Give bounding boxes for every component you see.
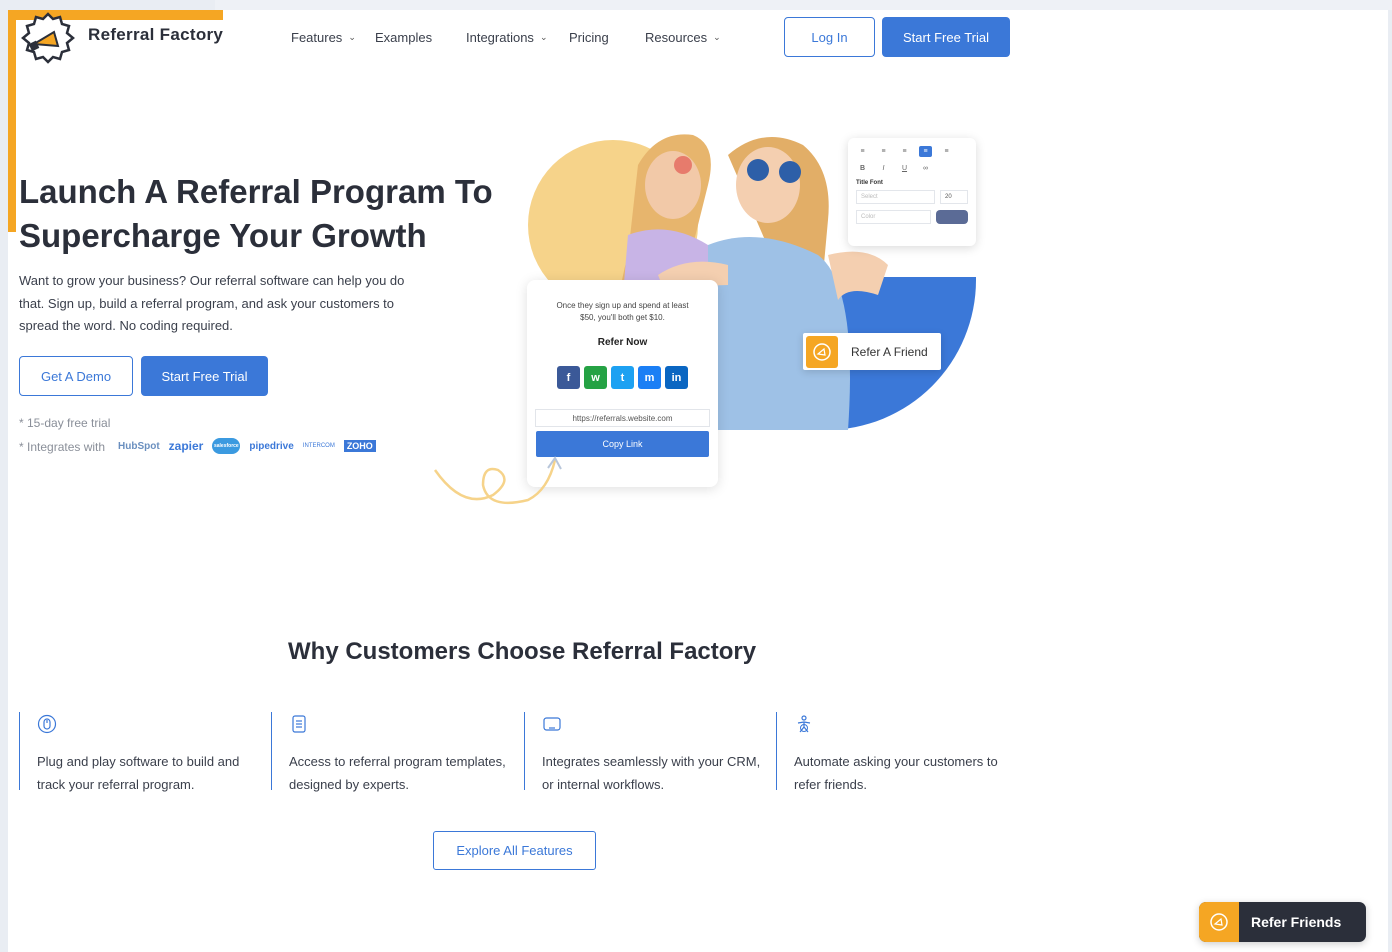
- feature-text: Plug and play software to build and trac…: [37, 754, 240, 792]
- title-font-label: Title Font: [856, 180, 883, 186]
- align-left-icon[interactable]: ≡: [856, 146, 869, 157]
- font-size-select[interactable]: 20: [940, 190, 968, 204]
- link-icon[interactable]: ∞: [919, 163, 932, 174]
- color-swatch[interactable]: [936, 210, 968, 224]
- nav-features-label: Features: [291, 30, 343, 45]
- automation-icon: [797, 715, 811, 733]
- megaphone-icon: [806, 335, 838, 368]
- bold-icon[interactable]: B: [856, 163, 869, 174]
- hubspot-logo: HubSpot: [118, 440, 160, 452]
- zapier-logo: zapier: [168, 439, 204, 453]
- nav-pricing[interactable]: Pricing: [569, 30, 609, 45]
- nav-resources-label: Resources: [645, 30, 708, 45]
- hero-title-line2: Supercharge Your Growth: [19, 217, 427, 254]
- brand-name[interactable]: Referral Factory: [88, 25, 223, 45]
- feature-item: Integrates seamlessly with your CRM, or …: [524, 712, 764, 792]
- font-select[interactable]: Select: [856, 190, 935, 204]
- hero-start-trial-button[interactable]: Start Free Trial: [141, 356, 268, 396]
- orange-accent-left: [8, 10, 16, 232]
- top-strip: [215, 0, 1392, 10]
- format-toolbar: B I U ∞: [856, 163, 968, 174]
- alignment-toolbar: ≡ ≡ ≡ ≡ ≡: [856, 146, 968, 157]
- trial-note: * 15-day free trial: [19, 416, 111, 430]
- widget-title: Refer Now: [597, 337, 648, 348]
- twitter-icon[interactable]: t: [611, 366, 634, 389]
- mouse-icon: [37, 714, 57, 734]
- nav-integrations[interactable]: Integrations ⌄: [466, 30, 547, 45]
- messenger-icon[interactable]: m: [638, 366, 661, 389]
- align-indent-icon[interactable]: ≡: [898, 146, 911, 157]
- facebook-icon[interactable]: f: [557, 366, 580, 389]
- align-center-icon[interactable]: ≡: [877, 146, 890, 157]
- referral-link-field[interactable]: https://referrals.website.com: [535, 409, 710, 427]
- nav-resources[interactable]: Resources ⌄: [645, 30, 721, 45]
- linkedin-icon[interactable]: in: [665, 366, 688, 389]
- hero-subtitle: Want to grow your business? Our referral…: [19, 273, 405, 333]
- nav-pricing-label: Pricing: [569, 30, 609, 45]
- editor-panel: ≡ ≡ ≡ ≡ ≡ B I U ∞ Title Font Select 20 C…: [848, 138, 976, 246]
- feature-item: Access to referral program templates, de…: [271, 712, 511, 792]
- salesforce-logo: salesforce: [212, 438, 241, 454]
- refer-a-friend-card[interactable]: Refer A Friend: [803, 333, 941, 370]
- refer-a-friend-label: Refer A Friend: [851, 344, 928, 359]
- refer-friends-floating-button[interactable]: Refer Friends: [1199, 902, 1366, 942]
- feature-text: Access to referral program templates, de…: [289, 754, 506, 792]
- integration-logos: HubSpot zapier salesforce pipedrive INTE…: [118, 438, 376, 454]
- megaphone-icon: [1199, 902, 1239, 942]
- hero-title: Launch A Referral Program To Supercharge…: [19, 170, 509, 258]
- feature-item: Plug and play software to build and trac…: [19, 712, 259, 792]
- nav-integrations-label: Integrations: [466, 30, 534, 45]
- feature-text: Automate asking your customers to refer …: [794, 754, 998, 792]
- pipedrive-logo: pipedrive: [249, 440, 294, 452]
- color-input[interactable]: Color: [856, 210, 931, 224]
- italic-icon[interactable]: I: [877, 163, 890, 174]
- page: Referral Factory Features ⌄ Examples Int…: [8, 10, 1388, 952]
- chevron-down-icon: ⌄: [713, 32, 721, 42]
- zoho-logo: ZOHO: [343, 440, 376, 452]
- nav-examples-label: Examples: [375, 30, 433, 45]
- social-buttons: f w t m in: [527, 366, 718, 389]
- hero-title-line1: Launch A Referral Program To: [19, 173, 493, 210]
- chevron-down-icon: ⌄: [539, 32, 548, 42]
- intercom-logo: INTERCOM: [302, 443, 335, 449]
- header-start-trial-button[interactable]: Start Free Trial: [882, 17, 1010, 57]
- refer-friends-label: Refer Friends: [1251, 914, 1342, 930]
- align-right-icon[interactable]: ≡: [940, 146, 953, 157]
- align-justify-icon[interactable]: ≡: [919, 146, 932, 157]
- integrates-note: * Integrates with: [19, 440, 106, 454]
- explore-features-button[interactable]: Explore All Features: [433, 831, 596, 870]
- widget-offer-text: Once they sign up and spend at least $50…: [556, 301, 689, 322]
- nav-examples[interactable]: Examples: [375, 30, 432, 45]
- decor-squiggle: [433, 456, 562, 505]
- feature-item: Automate asking your customers to refer …: [776, 712, 1016, 792]
- template-icon: [292, 715, 306, 733]
- whatsapp-icon[interactable]: w: [584, 366, 607, 389]
- referral-factory-logo-icon[interactable]: [20, 12, 76, 64]
- monitor-icon: [543, 717, 561, 731]
- underline-icon[interactable]: U: [898, 163, 911, 174]
- feature-text: Integrates seamlessly with your CRM, or …: [542, 754, 761, 792]
- login-button[interactable]: Log In: [784, 17, 875, 57]
- get-demo-button[interactable]: Get A Demo: [19, 356, 133, 396]
- nav-features[interactable]: Features ⌄: [291, 30, 356, 45]
- why-section-title: Why Customers Choose Referral Factory: [288, 638, 757, 665]
- chevron-down-icon: ⌄: [348, 32, 356, 42]
